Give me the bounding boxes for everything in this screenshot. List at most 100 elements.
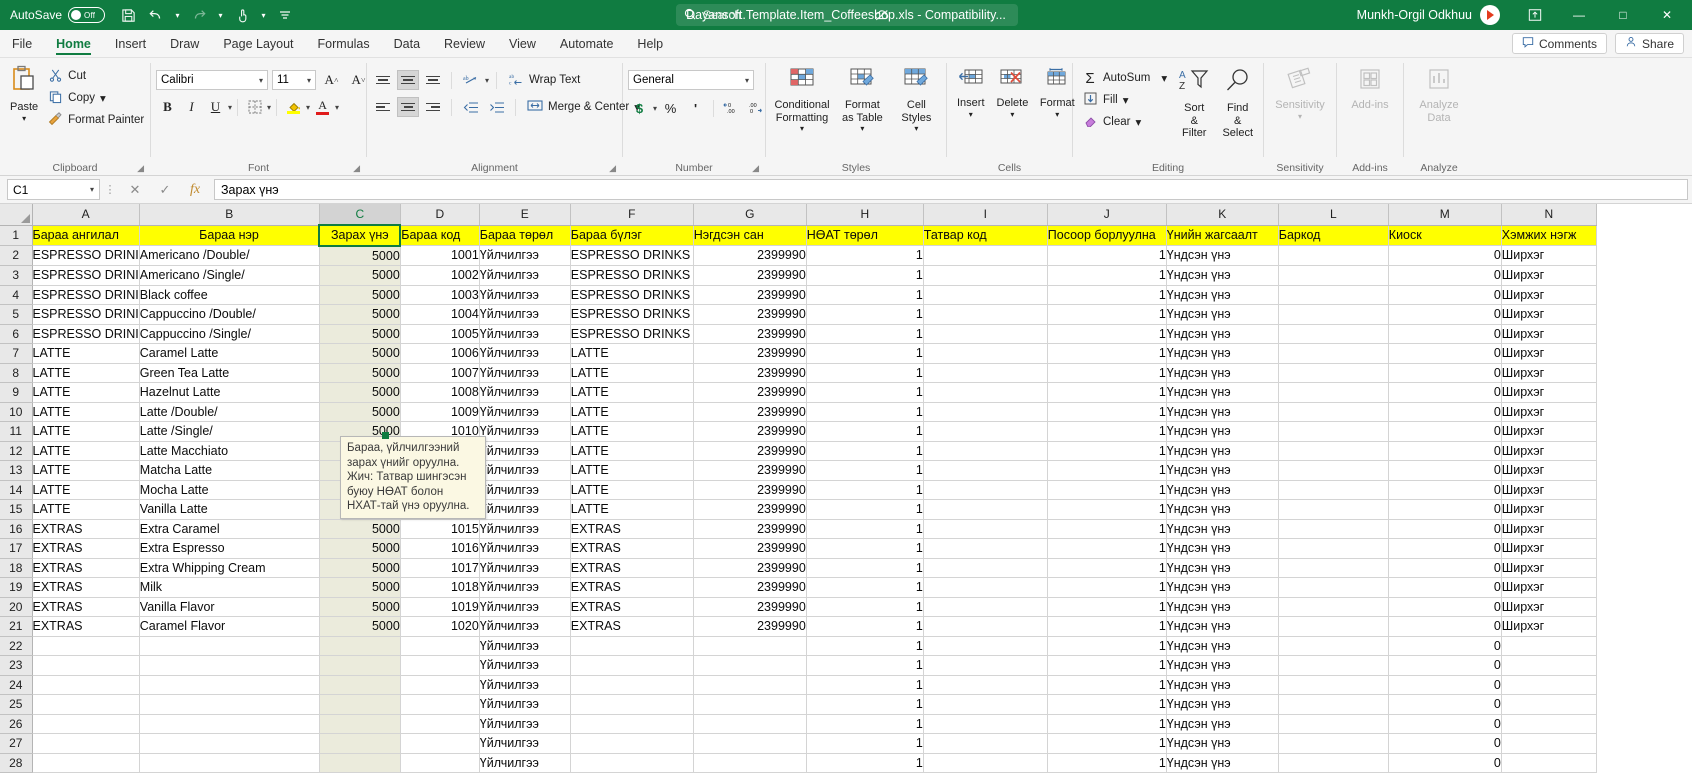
cell-m4[interactable]: 0 — [1388, 285, 1502, 305]
cell-j24[interactable]: 1 — [1047, 675, 1167, 695]
row-header-7[interactable]: 7 — [0, 343, 33, 364]
column-header-f[interactable]: F — [570, 204, 694, 226]
cell-e12[interactable]: Үйлчилгээ — [479, 441, 571, 461]
cell-f19[interactable]: EXTRAS — [570, 577, 694, 598]
cell-e13[interactable]: Үйлчилгээ — [479, 460, 571, 481]
touch-mode-icon[interactable] — [229, 3, 255, 27]
cell-f17[interactable]: EXTRAS — [570, 538, 694, 559]
cell-j27[interactable]: 1 — [1047, 733, 1167, 754]
column-header-g[interactable]: G — [693, 204, 807, 226]
cell-h9[interactable]: 1 — [806, 382, 924, 403]
cell-c26[interactable] — [319, 714, 401, 734]
align-left-button[interactable] — [372, 97, 394, 117]
cell-a9[interactable]: LATTE — [32, 382, 140, 403]
table-row[interactable]: 28 Үйлчилгээ 1 1 Үндсэн үнэ 0 — [0, 753, 1597, 773]
cell-i9[interactable] — [923, 382, 1048, 403]
confirm-entry-button[interactable]: ✓ — [150, 179, 180, 201]
cell-n23[interactable] — [1501, 655, 1597, 676]
table-row[interactable]: 18 EXTRAS Extra Whipping Cream 5000 1017 Үйлч… — [0, 558, 1597, 578]
cell-d2[interactable]: 1001 — [400, 245, 480, 266]
cell-j2[interactable]: 1 — [1047, 245, 1167, 266]
cell-c4[interactable]: 5000 — [319, 285, 401, 305]
fill-button[interactable]: Fill ▾ — [1078, 89, 1171, 111]
cell-m5[interactable]: 0 — [1388, 304, 1502, 325]
cell-d26[interactable] — [400, 714, 480, 734]
cell-a5[interactable]: ESPRESSO DRINI — [32, 304, 140, 325]
cell-e23[interactable]: Үйлчилгээ — [479, 655, 571, 676]
cell-i13[interactable] — [923, 460, 1048, 481]
cell-j26[interactable]: 1 — [1047, 714, 1167, 734]
cell-b21[interactable]: Caramel Flavor — [139, 616, 320, 637]
cell-l22[interactable] — [1278, 636, 1389, 656]
cell-b10[interactable]: Latte /Double/ — [139, 402, 320, 422]
cell-l28[interactable] — [1278, 753, 1389, 773]
cell-d16[interactable]: 1015 — [400, 519, 480, 539]
cell-n2[interactable]: Ширхэг — [1501, 245, 1597, 266]
cell-g13[interactable]: 2399990 — [693, 460, 807, 481]
cell-c6[interactable]: 5000 — [319, 324, 401, 344]
cell-i10[interactable] — [923, 402, 1048, 422]
row-header-14[interactable]: 14 — [0, 480, 33, 500]
cell-b24[interactable] — [139, 675, 320, 695]
cell-a3[interactable]: ESPRESSO DRINI — [32, 265, 140, 286]
cell-j22[interactable]: 1 — [1047, 636, 1167, 656]
cell-j15[interactable]: 1 — [1047, 499, 1167, 520]
conditional-formatting-button[interactable]: Conditional Formatting ▾ — [771, 65, 833, 134]
cell-e18[interactable]: Үйлчилгээ — [479, 558, 571, 578]
cell-m14[interactable]: 0 — [1388, 480, 1502, 500]
cell-i23[interactable] — [923, 655, 1048, 676]
table-row[interactable]: 27 Үйлчилгээ 1 1 Үндсэн үнэ 0 — [0, 733, 1597, 754]
font-color-button[interactable]: A — [311, 96, 334, 118]
cell-h24[interactable]: 1 — [806, 675, 924, 695]
cell-d4[interactable]: 1003 — [400, 285, 480, 305]
wrap-text-button[interactable]: ab c Wrap Text — [504, 69, 584, 91]
cell-b20[interactable]: Vanilla Flavor — [139, 597, 320, 617]
cell-k25[interactable]: Үндсэн үнэ — [1166, 694, 1279, 715]
cell-b6[interactable]: Cappuccino /Single/ — [139, 324, 320, 344]
cell-i27[interactable] — [923, 733, 1048, 754]
cell-k17[interactable]: Үндсэн үнэ — [1166, 538, 1279, 559]
cell-e21[interactable]: Үйлчилгээ — [479, 616, 571, 637]
cell-k23[interactable]: Үндсэн үнэ — [1166, 655, 1279, 676]
cell-c9[interactable]: 5000 — [319, 382, 401, 403]
cell-g11[interactable]: 2399990 — [693, 421, 807, 442]
cell-j14[interactable]: 1 — [1047, 480, 1167, 500]
cell-k10[interactable]: Үндсэн үнэ — [1166, 402, 1279, 422]
cell-l13[interactable] — [1278, 460, 1389, 481]
tab-draw[interactable]: Draw — [158, 30, 211, 57]
percent-button[interactable]: % — [659, 97, 682, 119]
cell-a15[interactable]: LATTE — [32, 499, 140, 520]
column-header-m[interactable]: M — [1388, 204, 1502, 226]
cell-j10[interactable]: 1 — [1047, 402, 1167, 422]
cell-c20[interactable]: 5000 — [319, 597, 401, 617]
table-row[interactable]: 3 ESPRESSO DRINI Americano /Single/5000 100… — [0, 265, 1597, 286]
cell-a4[interactable]: ESPRESSO DRINI — [32, 285, 140, 305]
cell-a13[interactable]: LATTE — [32, 460, 140, 481]
cell-f24[interactable] — [570, 675, 694, 695]
cell-a23[interactable] — [32, 655, 140, 676]
cell-m3[interactable]: 0 — [1388, 265, 1502, 286]
underline-button[interactable]: U — [204, 96, 227, 118]
cell-e1[interactable]: Бараа төрөл — [479, 225, 571, 246]
cell-j4[interactable]: 1 — [1047, 285, 1167, 305]
cell-i4[interactable] — [923, 285, 1048, 305]
cell-g5[interactable]: 2399990 — [693, 304, 807, 325]
cell-f8[interactable]: LATTE — [570, 363, 694, 383]
row-header-5[interactable]: 5 — [0, 304, 33, 325]
cell-h27[interactable]: 1 — [806, 733, 924, 754]
cell-i17[interactable] — [923, 538, 1048, 559]
cell-e8[interactable]: Үйлчилгээ — [479, 363, 571, 383]
cell-a1[interactable]: Бараа ангилал — [32, 225, 140, 246]
cell-a21[interactable]: EXTRAS — [32, 616, 140, 637]
cell-m23[interactable]: 0 — [1388, 655, 1502, 676]
tab-home[interactable]: Home — [44, 30, 103, 57]
cell-h18[interactable]: 1 — [806, 558, 924, 578]
cell-k15[interactable]: Үндсэн үнэ — [1166, 499, 1279, 520]
number-format-select[interactable]: General ▾ — [628, 70, 754, 90]
cell-j8[interactable]: 1 — [1047, 363, 1167, 383]
column-header-n[interactable]: N — [1501, 204, 1597, 226]
cell-b12[interactable]: Latte Macchiato — [139, 441, 320, 461]
autosum-dropdown-icon[interactable]: ▾ — [1161, 71, 1167, 85]
cell-f26[interactable] — [570, 714, 694, 734]
cell-g20[interactable]: 2399990 — [693, 597, 807, 617]
